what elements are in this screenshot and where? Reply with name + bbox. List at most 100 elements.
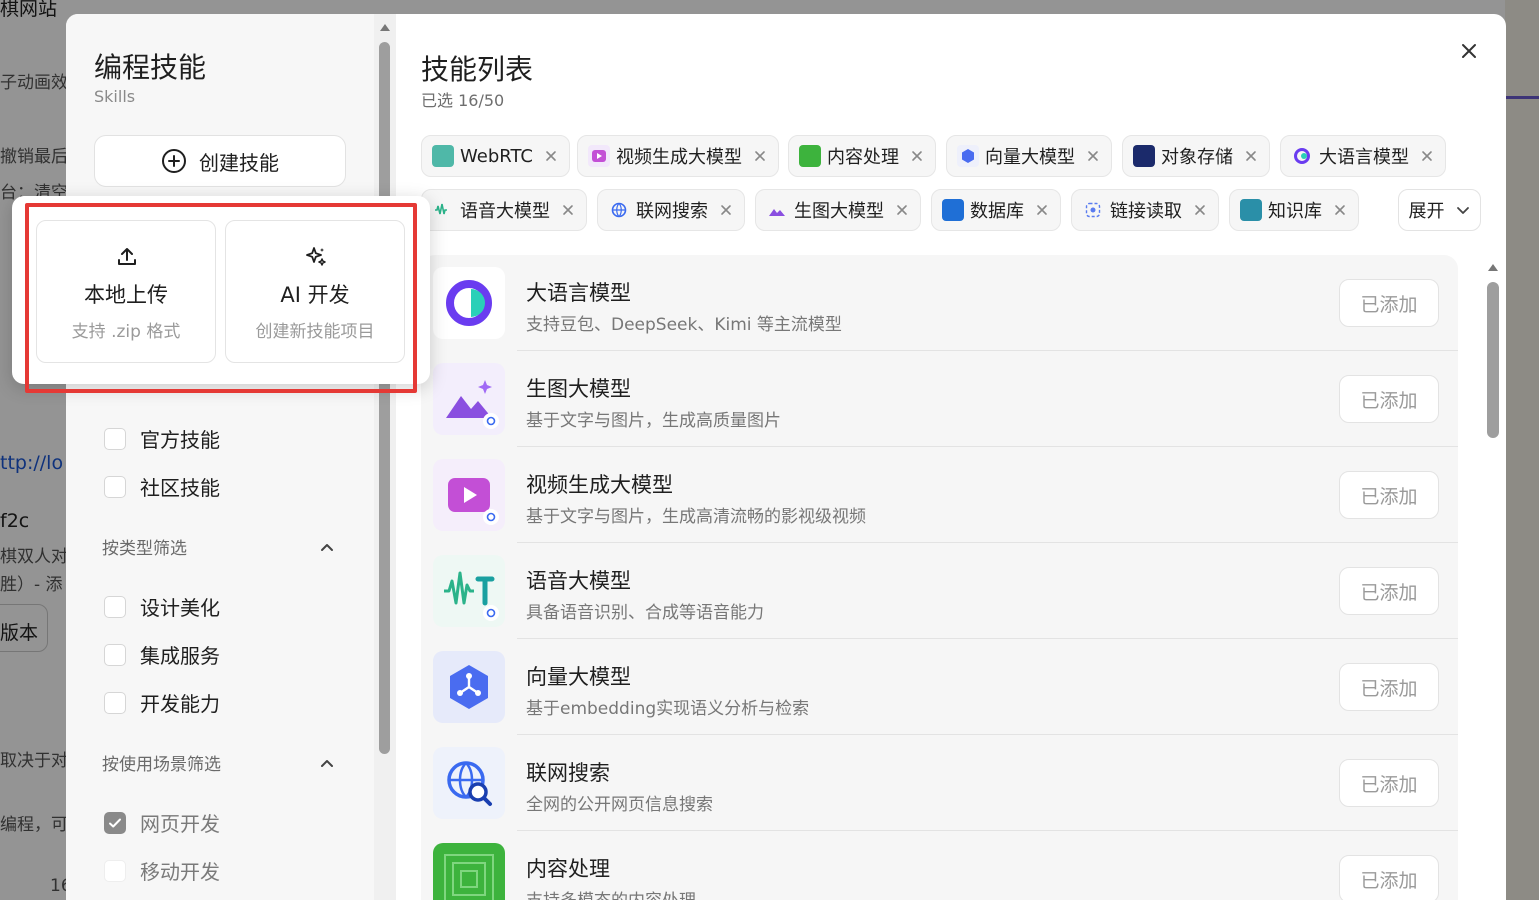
skills-modal: 编程技能 Skills 创建技能 官方技能 社区技能 按类型筛选 设计美化 集成… bbox=[66, 14, 1506, 900]
added-button[interactable]: 已添加 bbox=[1339, 663, 1439, 711]
skill-desc: 支持豆包、DeepSeek、Kimi 等主流模型 bbox=[526, 315, 842, 335]
skill-row-llm[interactable]: 大语言模型 支持豆包、DeepSeek、Kimi 等主流模型 已添加 bbox=[421, 255, 1458, 351]
remove-tag-icon[interactable] bbox=[1243, 148, 1259, 164]
skill-row-content-processing[interactable]: 内容处理 支持多模态的内容处理 已添加 bbox=[421, 831, 1458, 900]
scroll-up-arrow-icon[interactable] bbox=[380, 24, 390, 31]
filter-community[interactable]: 社区技能 bbox=[104, 472, 220, 501]
skill-list: 大语言模型 支持豆包、DeepSeek、Kimi 等主流模型 已添加 生图大模型… bbox=[421, 255, 1458, 900]
chevron-up-icon bbox=[321, 759, 333, 767]
checkbox[interactable] bbox=[104, 427, 126, 450]
skill-desc: 具备语音识别、合成等语音能力 bbox=[526, 603, 764, 623]
tag-label: 联网搜索 bbox=[636, 201, 708, 222]
option-desc: 支持 .zip 格式 bbox=[71, 322, 181, 342]
filter-official[interactable]: 官方技能 bbox=[104, 424, 220, 453]
vector-icon bbox=[957, 145, 979, 167]
added-button[interactable]: 已添加 bbox=[1339, 375, 1439, 423]
scroll-thumb[interactable] bbox=[379, 42, 390, 754]
tag-image-model[interactable]: 生图大模型 bbox=[755, 189, 921, 231]
web-search-icon bbox=[433, 747, 505, 819]
local-upload-option[interactable]: 本地上传 支持 .zip 格式 bbox=[36, 220, 216, 363]
remove-tag-icon[interactable] bbox=[894, 202, 910, 218]
tag-video-model[interactable]: 视频生成大模型 bbox=[577, 135, 779, 177]
create-skill-button[interactable]: 创建技能 bbox=[94, 135, 346, 187]
scene-section-header[interactable]: 按使用场景筛选 bbox=[102, 750, 336, 775]
right-scrollbar[interactable] bbox=[1482, 260, 1504, 900]
added-button[interactable]: 已添加 bbox=[1339, 279, 1439, 327]
plus-circle-icon bbox=[162, 149, 186, 173]
remove-tag-icon[interactable] bbox=[560, 202, 576, 218]
option-title: 本地上传 bbox=[84, 283, 168, 307]
tag-speech-model[interactable]: 语音大模型 bbox=[421, 189, 587, 231]
skill-row-vector-model[interactable]: 向量大模型 基于embedding实现语义分析与检索 已添加 bbox=[421, 639, 1458, 735]
added-button[interactable]: 已添加 bbox=[1339, 567, 1439, 615]
knowledge-base-icon bbox=[1240, 199, 1262, 221]
tag-object-storage[interactable]: 对象存储 bbox=[1122, 135, 1270, 177]
close-button[interactable] bbox=[1456, 38, 1482, 64]
checkbox[interactable] bbox=[104, 643, 126, 666]
skill-name: 大语言模型 bbox=[526, 281, 631, 305]
skill-name: 生图大模型 bbox=[526, 377, 631, 401]
checkbox[interactable] bbox=[104, 475, 126, 498]
tag-knowledge-base[interactable]: 知识库 bbox=[1229, 189, 1359, 231]
checkbox-checked[interactable] bbox=[104, 811, 126, 834]
ai-dev-option[interactable]: AI 开发 创建新技能项目 bbox=[225, 220, 405, 363]
type-section-header[interactable]: 按类型筛选 bbox=[102, 534, 336, 559]
tag-llm[interactable]: 大语言模型 bbox=[1280, 135, 1446, 177]
remove-tag-icon[interactable] bbox=[718, 202, 734, 218]
left-panel: 编程技能 Skills 创建技能 官方技能 社区技能 按类型筛选 设计美化 集成… bbox=[66, 14, 374, 900]
tag-label: 大语言模型 bbox=[1319, 147, 1409, 168]
remove-tag-icon[interactable] bbox=[543, 148, 559, 164]
remove-tag-icon[interactable] bbox=[1332, 202, 1348, 218]
filter-design[interactable]: 设计美化 bbox=[104, 592, 220, 621]
filter-mobile[interactable]: 移动开发 bbox=[104, 856, 220, 885]
skill-desc: 基于文字与图片，生成高质量图片 bbox=[526, 411, 781, 431]
content-processing-icon bbox=[799, 145, 821, 167]
filter-label: 社区技能 bbox=[140, 476, 220, 500]
expand-label: 展开 bbox=[1408, 201, 1445, 222]
filter-web[interactable]: 网页开发 bbox=[104, 808, 220, 837]
remove-tag-icon[interactable] bbox=[1419, 148, 1435, 164]
added-button[interactable]: 已添加 bbox=[1339, 471, 1439, 519]
skill-name: 语音大模型 bbox=[526, 569, 631, 593]
tag-label: 生图大模型 bbox=[794, 201, 884, 222]
filter-integration[interactable]: 集成服务 bbox=[104, 640, 220, 669]
remove-tag-icon[interactable] bbox=[1192, 202, 1208, 218]
webrtc-icon bbox=[432, 145, 454, 167]
checkbox[interactable] bbox=[104, 859, 126, 882]
expand-tags-button[interactable]: 展开 bbox=[1398, 189, 1481, 231]
remove-tag-icon[interactable] bbox=[1034, 202, 1050, 218]
added-button[interactable]: 已添加 bbox=[1339, 759, 1439, 807]
tag-database[interactable]: 数据库 bbox=[931, 189, 1061, 231]
filter-dev[interactable]: 开发能力 bbox=[104, 688, 220, 717]
left-subtitle: Skills bbox=[94, 87, 136, 106]
tag-vector-model[interactable]: 向量大模型 bbox=[946, 135, 1112, 177]
create-skill-label: 创建技能 bbox=[199, 150, 279, 175]
skill-row-image-model[interactable]: 生图大模型 基于文字与图片，生成高质量图片 已添加 bbox=[421, 351, 1458, 447]
filter-label: 网页开发 bbox=[140, 812, 220, 836]
vector-model-icon bbox=[433, 651, 505, 723]
skill-row-web-search[interactable]: 联网搜索 全网的公开网页信息搜索 已添加 bbox=[421, 735, 1458, 831]
skill-row-speech-model[interactable]: 语音大模型 具备语音识别、合成等语音能力 已添加 bbox=[421, 543, 1458, 639]
option-title: AI 开发 bbox=[280, 283, 350, 307]
remove-tag-icon[interactable] bbox=[909, 148, 925, 164]
checkbox[interactable] bbox=[104, 691, 126, 714]
tag-content-processing[interactable]: 内容处理 bbox=[788, 135, 936, 177]
checkbox[interactable] bbox=[104, 595, 126, 618]
scroll-up-arrow-icon[interactable] bbox=[1488, 264, 1498, 271]
added-button[interactable]: 已添加 bbox=[1339, 855, 1439, 900]
tag-link-reader[interactable]: 链接读取 bbox=[1071, 189, 1219, 231]
scroll-thumb[interactable] bbox=[1487, 282, 1499, 438]
remove-tag-icon[interactable] bbox=[752, 148, 768, 164]
left-scrollbar[interactable] bbox=[374, 14, 396, 900]
badge-icon bbox=[483, 509, 499, 525]
filter-label: 开发能力 bbox=[140, 692, 220, 716]
tag-webrtc[interactable]: WebRTC bbox=[421, 135, 570, 177]
remove-tag-icon[interactable] bbox=[1085, 148, 1101, 164]
check-icon bbox=[109, 818, 121, 827]
tag-web-search[interactable]: 联网搜索 bbox=[597, 189, 745, 231]
skill-row-video-model[interactable]: 视频生成大模型 基于文字与图片，生成高清流畅的影视级视频 已添加 bbox=[421, 447, 1458, 543]
badge-icon bbox=[483, 413, 499, 429]
option-desc: 创建新技能项目 bbox=[255, 322, 375, 342]
filter-label: 集成服务 bbox=[140, 644, 220, 668]
filter-label: 移动开发 bbox=[140, 860, 220, 884]
